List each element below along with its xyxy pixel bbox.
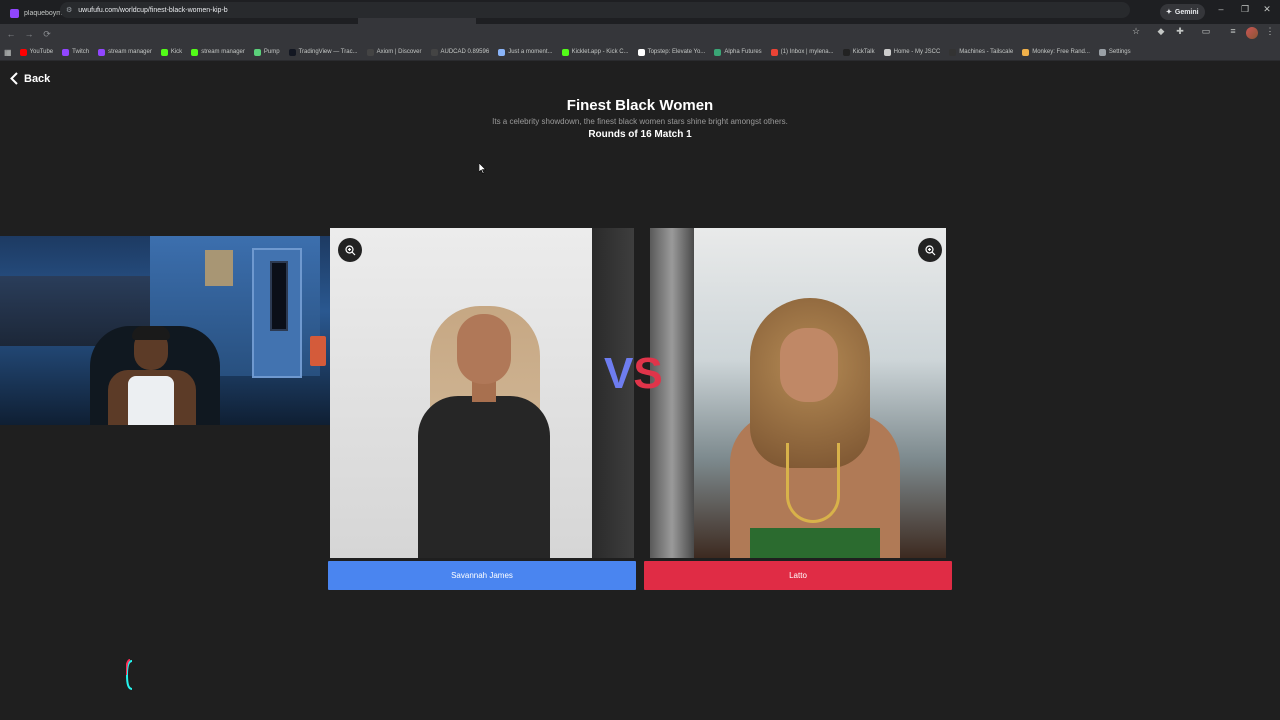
- bookmark-item[interactable]: Axiom | Discover: [366, 48, 422, 56]
- bookmark-item[interactable]: Kick: [160, 48, 183, 56]
- contestant-image-left[interactable]: [330, 228, 634, 558]
- bookmark-label: YouTube: [29, 49, 54, 55]
- bookmark-item[interactable]: (1) Inbox | mylena...: [770, 48, 834, 56]
- bookmark-label: Kick: [170, 49, 183, 55]
- bookmarks-bar: ▦ YouTube Twitch stream manager Kick stream …: [0, 44, 1280, 61]
- bookmark-label: Home - My JSCC: [893, 49, 941, 55]
- bookmark-label: TradingView — Trac...: [298, 49, 358, 55]
- zoom-in-icon[interactable]: [918, 238, 942, 262]
- round-label: Rounds of 16 Match 1: [588, 129, 692, 140]
- chevron-left-icon: [10, 72, 18, 85]
- bookmark-label: stream manager: [201, 49, 245, 55]
- bookmark-label: Alpha Futures: [724, 49, 762, 55]
- page-title: Finest Black Women: [566, 97, 714, 114]
- minimize-button[interactable]: –: [1212, 4, 1230, 14]
- bookmark-favicon-icon: [883, 48, 891, 56]
- sparkle-icon: ✦: [1166, 9, 1172, 16]
- bookmark-item[interactable]: KickTalk: [842, 48, 875, 56]
- bookmark-item[interactable]: Topstep: Elevate Yo...: [637, 48, 706, 56]
- bookmark-favicon-icon: [160, 48, 168, 56]
- webcam-overlay: [0, 236, 333, 425]
- apps-icon[interactable]: ▦: [4, 48, 12, 57]
- bookmark-item[interactable]: Machines - Tailscale: [949, 48, 1014, 56]
- bookmark-favicon-icon: [561, 48, 569, 56]
- bookmark-item[interactable]: stream manager: [98, 48, 152, 56]
- bookmark-favicon-icon: [62, 48, 70, 56]
- bookmark-favicon-icon: [1098, 48, 1106, 56]
- bookmark-item[interactable]: stream manager: [191, 48, 245, 56]
- bookmark-favicon-icon: [770, 48, 778, 56]
- bookmark-label: Machines - Tailscale: [959, 49, 1014, 55]
- mouse-cursor-icon: [479, 163, 486, 174]
- bookmark-label: Kicklet.app - Kick C...: [571, 49, 629, 55]
- url-text: uwufufu.com/worldcup/finest-black-women-…: [78, 6, 228, 14]
- bookmark-favicon-icon: [366, 48, 374, 56]
- versus-label: VS: [604, 349, 663, 398]
- browser-toolbar: ← → ⟳: [0, 24, 1280, 44]
- bookmark-favicon-icon: [191, 48, 199, 56]
- forward-arrow-icon[interactable]: →: [20, 29, 38, 39]
- bookmark-label: Topstep: Elevate Yo...: [647, 49, 706, 55]
- bookmark-favicon-icon: [288, 48, 296, 56]
- bookmark-label: KickTalk: [852, 49, 875, 55]
- puzzle-icon[interactable]: ✚: [1172, 26, 1188, 37]
- page-subtitle: Its a celebrity showdown, the finest bla…: [492, 117, 788, 126]
- bookmark-item[interactable]: Twitch: [62, 48, 90, 56]
- restore-button[interactable]: ❐: [1236, 4, 1254, 15]
- bookmark-label: AUDCAD 0.89596: [440, 49, 490, 55]
- bookmark-label: Monkey: Free Rand...: [1032, 49, 1090, 55]
- bookmark-label: Pump: [263, 49, 280, 55]
- address-bar[interactable]: ⚙ uwufufu.com/worldcup/finest-black-wome…: [60, 2, 1130, 18]
- bookmark-label: Just a moment...: [508, 49, 553, 55]
- bookmark-label: Twitch: [72, 49, 90, 55]
- back-arrow-icon[interactable]: ←: [2, 29, 20, 39]
- bookmark-label: Axiom | Discover: [376, 49, 422, 55]
- bookmark-item[interactable]: Kicklet.app - Kick C...: [561, 48, 629, 56]
- bookmark-favicon-icon: [98, 48, 106, 56]
- contestant-image-right[interactable]: [650, 228, 946, 558]
- bookmark-favicon-icon: [1022, 48, 1030, 56]
- tiktok-logo-icon: [126, 659, 133, 690]
- bookmark-favicon-icon: [253, 48, 261, 56]
- bookmark-item[interactable]: AUDCAD 0.89596: [430, 48, 490, 56]
- bookmark-item[interactable]: Home - My JSCC: [883, 48, 941, 56]
- choose-left-button[interactable]: Savannah James: [328, 561, 636, 590]
- bookmark-label: Settings: [1108, 49, 1131, 55]
- bookmark-item[interactable]: TradingView — Trac...: [288, 48, 358, 56]
- bookmark-favicon-icon: [949, 48, 957, 56]
- twitch-icon: [10, 8, 19, 18]
- extension-icon[interactable]: ◆: [1153, 26, 1169, 37]
- tab-search-icon[interactable]: ▭: [1198, 26, 1214, 37]
- bookmark-favicon-icon: [637, 48, 645, 56]
- bookmark-favicon-icon: [430, 48, 438, 56]
- profile-avatar[interactable]: [1246, 27, 1258, 39]
- bookmark-item[interactable]: Just a moment...: [498, 48, 553, 56]
- bookmark-favicon-icon: [498, 48, 506, 56]
- bookmark-favicon-icon: [714, 48, 722, 56]
- reload-icon[interactable]: ⟳: [38, 29, 56, 40]
- media-icon[interactable]: ≡: [1225, 26, 1241, 36]
- bookmark-favicon-icon: [19, 48, 27, 56]
- bookmark-item[interactable]: Alpha Futures: [714, 48, 762, 56]
- bookmark-item[interactable]: Settings: [1098, 48, 1131, 56]
- back-button[interactable]: Back: [10, 72, 50, 85]
- bookmark-item[interactable]: YouTube: [19, 48, 54, 56]
- site-info-icon[interactable]: ⚙: [66, 6, 72, 14]
- page-content: Back Finest Black Women Its a celebrity …: [0, 62, 1280, 720]
- bookmark-item[interactable]: Pump: [253, 48, 280, 56]
- bookmark-favicon-icon: [842, 48, 850, 56]
- bookmark-star-icon[interactable]: ☆: [1128, 26, 1144, 37]
- close-window-button[interactable]: ✕: [1258, 4, 1276, 15]
- gemini-button[interactable]: ✦ Gemini: [1160, 4, 1205, 20]
- zoom-in-icon[interactable]: [338, 238, 362, 262]
- choose-right-button[interactable]: Latto: [644, 561, 952, 590]
- bookmark-item[interactable]: Monkey: Free Rand...: [1022, 48, 1090, 56]
- bookmark-label: (1) Inbox | mylena...: [780, 49, 834, 55]
- menu-icon[interactable]: ⋮: [1262, 26, 1278, 37]
- bookmark-label: stream manager: [108, 49, 152, 55]
